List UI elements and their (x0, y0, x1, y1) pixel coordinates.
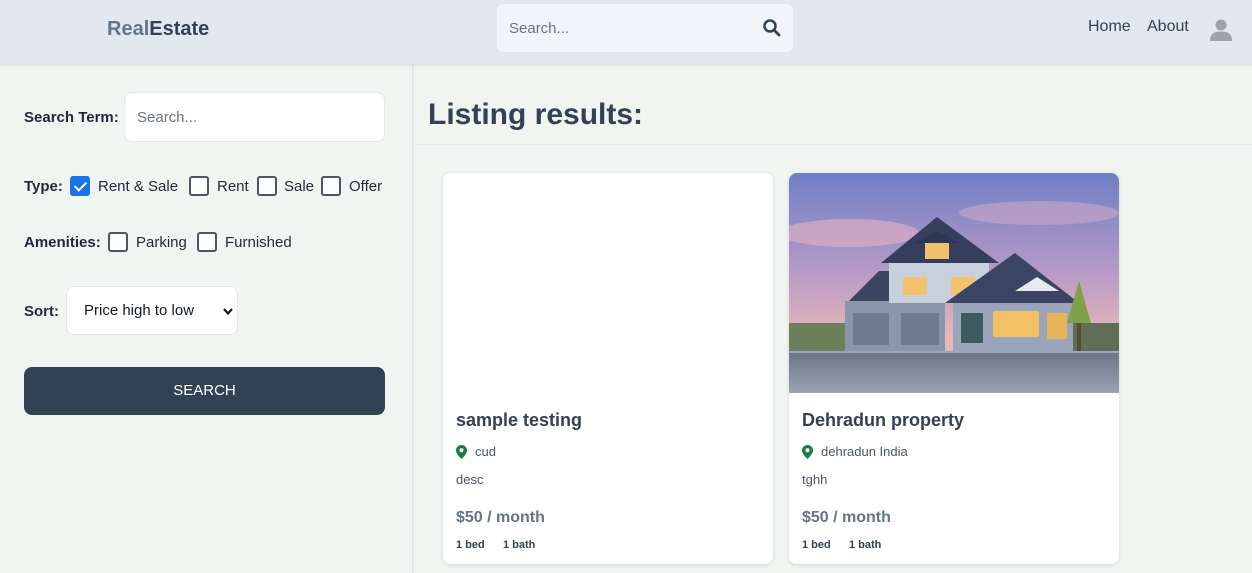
brand-logo[interactable]: RealEstate (107, 18, 209, 41)
divider (416, 144, 1252, 145)
results-area: Listing results: sample testing cud desc… (416, 64, 1252, 573)
parking-checkbox[interactable] (108, 232, 128, 252)
header: RealEstate Home About (0, 0, 1252, 64)
sort-label: Sort: (24, 303, 59, 320)
user-avatar-icon[interactable] (1209, 17, 1233, 41)
listing-baths: 1 bath (503, 539, 536, 551)
search-term-label: Search Term: (24, 109, 119, 126)
listing-price: $50 / month (456, 509, 545, 526)
listing-beds: 1 bed (802, 539, 831, 551)
sale-checkbox[interactable] (257, 176, 277, 196)
header-search (497, 4, 793, 52)
header-search-input[interactable] (497, 4, 747, 52)
nav-about-link[interactable]: About (1147, 18, 1189, 36)
listing-title: sample testing (456, 410, 583, 430)
sale-label: Sale (284, 178, 315, 195)
offer-checkbox[interactable] (321, 176, 341, 196)
sort-selected-value: Price high to low (84, 302, 195, 319)
listing-description: tghh (802, 472, 828, 487)
location-pin-icon (456, 445, 467, 459)
brand-part-2: Estate (149, 18, 210, 40)
listing-baths: 1 bath (849, 539, 882, 551)
brand-part-1: Real (107, 18, 150, 40)
filter-sidebar: Search Term: Type: Rent & Sale Rent Sale… (0, 64, 414, 573)
page-title: Listing results: (428, 98, 644, 131)
type-label: Type: (24, 178, 63, 195)
rent-and-sale-checkbox[interactable] (70, 176, 90, 196)
location-pin-icon (802, 445, 813, 459)
listing-image-placeholder (443, 173, 773, 393)
furnished-checkbox[interactable] (197, 232, 217, 252)
listing-card[interactable]: Dehradun property dehradun India tghh $5… (789, 173, 1119, 564)
search-term-input[interactable] (124, 92, 385, 142)
sort-select[interactable]: Price high to low (66, 286, 238, 335)
search-button[interactable]: SEARCH (24, 367, 385, 415)
rent-and-sale-label: Rent & Sale (98, 178, 179, 195)
search-icon[interactable] (762, 18, 782, 38)
offer-label: Offer (349, 178, 383, 195)
listing-house-image (789, 173, 1119, 393)
rent-label: Rent (217, 178, 249, 195)
listing-location-text: dehradun India (821, 444, 908, 459)
listing-card[interactable]: sample testing cud desc $50 / month 1 be… (443, 173, 773, 564)
listing-location-text: cud (475, 444, 496, 459)
parking-label: Parking (136, 234, 187, 251)
rent-checkbox[interactable] (189, 176, 209, 196)
chevron-down-icon (223, 308, 233, 316)
listing-beds: 1 bed (456, 539, 485, 551)
furnished-label: Furnished (225, 234, 292, 251)
nav-home-link[interactable]: Home (1088, 18, 1131, 36)
listing-price: $50 / month (802, 509, 891, 526)
amenities-label: Amenities: (24, 234, 101, 251)
listing-description: desc (456, 472, 484, 487)
listing-title: Dehradun property (802, 410, 965, 430)
